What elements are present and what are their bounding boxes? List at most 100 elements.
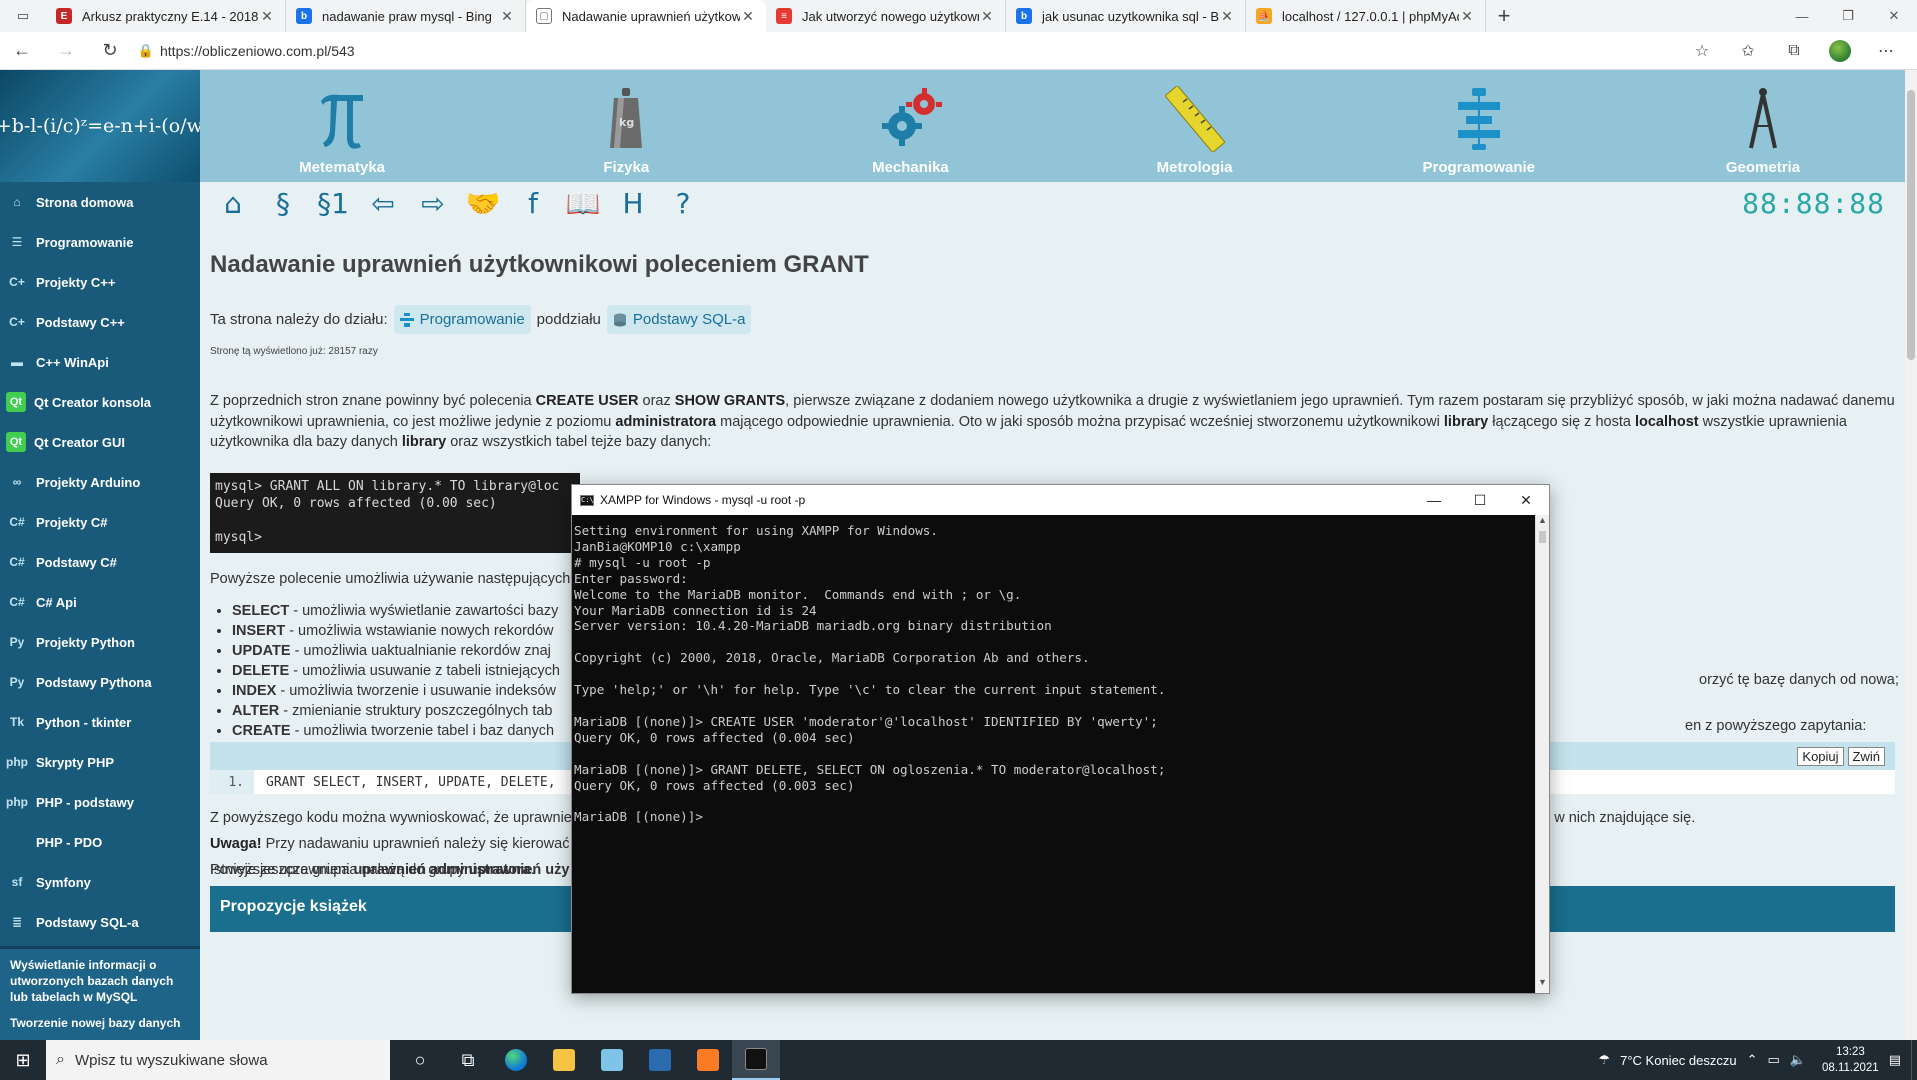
sidebar-item[interactable]: ▬ C++ WinApi: [0, 342, 200, 382]
network-icon[interactable]: ▭: [1768, 1052, 1780, 1068]
profile-avatar[interactable]: [1829, 39, 1851, 62]
restore-icon[interactable]: ❐: [1825, 0, 1871, 32]
browser-tab[interactable]: E Arkusz praktyczny E.14 - 2018 - ... ✕: [46, 0, 286, 32]
browser-tab[interactable]: ⛵ localhost / 127.0.0.1 | phpMyAdm... ✕: [1246, 0, 1486, 32]
sidebar-item[interactable]: php Skrypty PHP: [0, 742, 200, 782]
section-icon[interactable]: §: [258, 187, 308, 220]
book-icon[interactable]: 📖: [558, 187, 608, 220]
sidebar-item[interactable]: C# C# Api: [0, 582, 200, 622]
file-explorer-icon[interactable]: [540, 1040, 588, 1080]
photos-icon[interactable]: [636, 1040, 684, 1080]
sidebar-item[interactable]: sf Symfony: [0, 862, 200, 902]
tab-close-icon[interactable]: ✕: [259, 8, 275, 25]
facebook-icon[interactable]: f: [508, 187, 558, 220]
site-logo[interactable]: O+b-l-(i/c)ᶻ=e-n+i-(o/w)°: [0, 70, 220, 182]
notepad-icon[interactable]: [588, 1040, 636, 1080]
lock-icon[interactable]: 🔒: [132, 43, 160, 59]
browser-tab[interactable]: b nadawanie praw mysql - Bing ✕: [286, 0, 526, 32]
terminal-maximize-icon[interactable]: ☐: [1457, 492, 1503, 509]
more-menu-icon[interactable]: ⋯: [1863, 41, 1909, 61]
taskbar-search[interactable]: ⌕ Wpisz tu wyszukiwane słowa: [46, 1040, 390, 1080]
sidebar-item[interactable]: php PHP - podstawy: [0, 782, 200, 822]
terminal-output[interactable]: Setting environment for using XAMPP for …: [572, 515, 1537, 993]
terminal-scroll-thumb[interactable]: [1539, 531, 1546, 543]
weather-text[interactable]: 7°C Koniec deszczu: [1620, 1053, 1736, 1068]
xampp-icon[interactable]: [684, 1040, 732, 1080]
back-icon[interactable]: ←: [0, 40, 44, 61]
sidebar-item[interactable]: Qt Qt Creator GUI: [0, 422, 200, 462]
forward-icon[interactable]: →: [44, 40, 88, 61]
cortana-icon[interactable]: ○: [396, 1040, 444, 1080]
scroll-up-icon[interactable]: ▲: [1536, 515, 1549, 531]
history-icon[interactable]: H: [608, 187, 658, 220]
sidebar-item[interactable]: Qt Qt Creator konsola: [0, 382, 200, 422]
page-scrollbar[interactable]: [1905, 70, 1917, 1040]
sidebar-item[interactable]: C# Podstawy C#: [0, 542, 200, 582]
sidebar-item[interactable]: ⌂ Strona domowa: [0, 182, 200, 222]
subsection-chip[interactable]: Podstawy SQL-a: [606, 305, 752, 334]
handshake-icon[interactable]: 🤝: [458, 187, 508, 220]
subsection-icon[interactable]: §1: [308, 187, 358, 220]
reload-icon[interactable]: ↻: [88, 40, 132, 61]
taskbar-clock[interactable]: 13:23 08.11.2021: [1822, 1044, 1879, 1076]
address-bar[interactable]: 🔒 https://obliczeniowo.com.pl/543: [132, 36, 1679, 66]
category-fizyka[interactable]: kg Fizyka: [484, 70, 768, 182]
tab-close-icon[interactable]: ✕: [1459, 8, 1475, 25]
terminal-minimize-icon[interactable]: —: [1411, 492, 1457, 509]
sidebar-item[interactable]: Py Podstawy Pythona: [0, 662, 200, 702]
submenu-item[interactable]: Tworzenie nowej bazy danych: [10, 1015, 190, 1031]
terminal-close-icon[interactable]: ✕: [1503, 492, 1549, 509]
category-programowanie[interactable]: Programowanie: [1337, 70, 1621, 182]
category-metrologia[interactable]: Metrologia: [1053, 70, 1337, 182]
browser-tab[interactable]: ≡ Jak utworzyć nowego użytkowni... ✕: [766, 0, 1006, 32]
tray-expand-icon[interactable]: ⌃: [1747, 1052, 1758, 1068]
add-favorite-icon[interactable]: ☆: [1679, 41, 1725, 61]
collections-icon[interactable]: ⧉: [1771, 42, 1817, 60]
close-icon[interactable]: ✕: [1871, 0, 1917, 32]
terminal-scrollbar[interactable]: ▲ ▼: [1535, 515, 1549, 993]
collapse-button[interactable]: Zwiń: [1847, 746, 1885, 766]
terminal-titlebar[interactable]: C:\ XAMPP for Windows - mysql -u root -p…: [572, 485, 1549, 515]
weather-icon[interactable]: ☂: [1598, 1052, 1610, 1068]
scrollbar-thumb[interactable]: [1907, 90, 1915, 360]
sidebar-item[interactable]: ∞ Projekty Arduino: [0, 462, 200, 502]
help-icon[interactable]: ?: [658, 187, 708, 220]
terminal-taskbar-icon[interactable]: [732, 1040, 780, 1080]
minimize-icon[interactable]: —: [1779, 0, 1825, 32]
browser-tab[interactable]: b jak usunac uzytkownika sql - Bing ✕: [1006, 0, 1246, 32]
notifications-icon[interactable]: ▤: [1889, 1052, 1901, 1068]
previous-arrow-icon[interactable]: ⇦: [358, 187, 408, 220]
home-icon[interactable]: ⌂: [208, 187, 258, 220]
category-geometria[interactable]: Geometria: [1621, 70, 1905, 182]
sidebar-item[interactable]: Tk Python - tkinter: [0, 702, 200, 742]
submenu-item[interactable]: Wyświetlanie informacji o utworzonych ba…: [10, 957, 190, 1005]
copy-button[interactable]: Kopiuj: [1797, 746, 1844, 766]
browser-tab-active[interactable]: ▢ Nadawanie uprawnień użytkowni... ✕: [526, 0, 766, 32]
sidebar-item[interactable]: C+ Projekty C++: [0, 262, 200, 302]
tab-close-icon[interactable]: ✕: [979, 8, 995, 25]
show-desktop-button[interactable]: [1911, 1040, 1917, 1080]
tab-close-icon[interactable]: ✕: [499, 8, 515, 25]
category-mechanika[interactable]: Mechanika: [768, 70, 1052, 182]
next-arrow-icon[interactable]: ⇨: [408, 187, 458, 220]
favorites-icon[interactable]: ✩: [1725, 41, 1771, 61]
new-tab-button[interactable]: +: [1486, 0, 1522, 32]
sidebar-item[interactable]: ☰ Programowanie: [0, 222, 200, 262]
section-chip[interactable]: Programowanie: [393, 305, 531, 334]
volume-icon[interactable]: 🔈: [1790, 1052, 1806, 1068]
tab-close-icon[interactable]: ✕: [740, 8, 756, 25]
sidebar-item[interactable]: PHP - PDO: [0, 822, 200, 862]
edge-icon[interactable]: [492, 1040, 540, 1080]
sidebar-item-label: Podstawy C++: [36, 314, 125, 330]
scroll-down-icon[interactable]: ▼: [1536, 977, 1549, 993]
task-view-icon[interactable]: ⧉: [444, 1040, 492, 1080]
tab-actions-icon[interactable]: ▭: [0, 0, 46, 32]
category-matematyka[interactable]: Metematyka: [200, 70, 484, 182]
start-icon[interactable]: ⊞: [0, 1050, 46, 1071]
sidebar-item[interactable]: Py Projekty Python: [0, 622, 200, 662]
sidebar-item[interactable]: C+ Podstawy C++: [0, 302, 200, 342]
terminal-window[interactable]: C:\ XAMPP for Windows - mysql -u root -p…: [571, 484, 1550, 994]
tab-close-icon[interactable]: ✕: [1219, 8, 1235, 25]
sidebar-item[interactable]: ≣ Podstawy SQL-a: [0, 902, 200, 942]
sidebar-item[interactable]: C# Projekty C#: [0, 502, 200, 542]
